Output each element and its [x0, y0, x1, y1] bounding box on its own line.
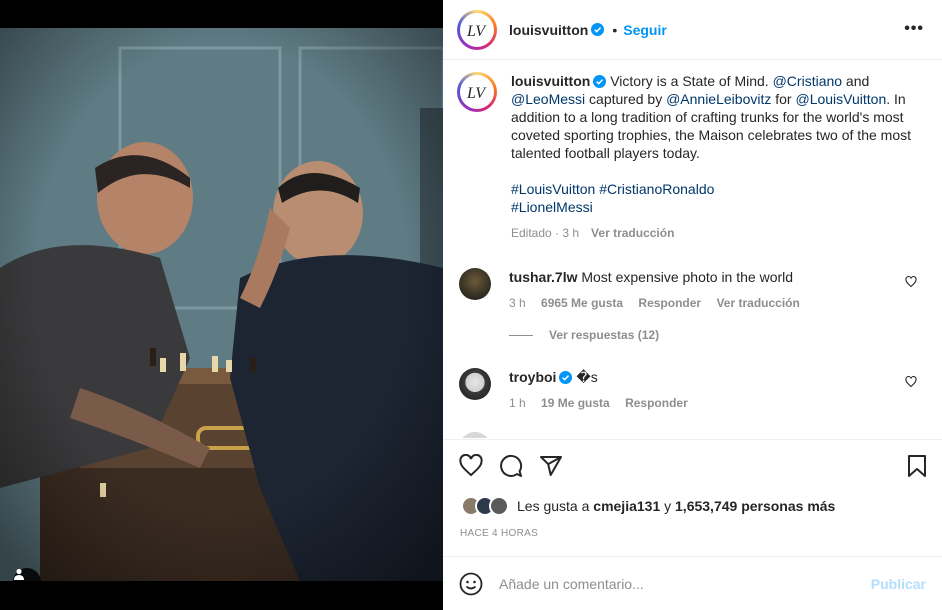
- comment-text: Most expensive photo in the world: [581, 269, 794, 285]
- caption-segment: captured by: [585, 91, 667, 107]
- avatar[interactable]: [459, 368, 491, 400]
- likes-count[interactable]: 1,653,749 personas más: [675, 498, 835, 514]
- likes-prefix: Les gusta a: [517, 498, 594, 514]
- hashtag-link[interactable]: #CristianoRonaldo: [599, 181, 714, 197]
- translate-link[interactable]: Ver traducción: [591, 226, 674, 240]
- comment-item: tushar.7lw Most expensive photo in the w…: [459, 268, 929, 312]
- comment-input[interactable]: Añade un comentario...: [499, 576, 871, 592]
- replies-line: [509, 334, 533, 336]
- lv-logo: LV: [460, 75, 494, 109]
- avatar: [489, 496, 509, 516]
- heart-icon[interactable]: [905, 276, 917, 288]
- avatar[interactable]: [459, 268, 491, 300]
- caption-segment: and: [842, 73, 870, 89]
- reply-button[interactable]: Responder: [638, 296, 701, 310]
- view-replies-label: Ver respuestas (12): [549, 328, 660, 342]
- hashtag-link[interactable]: #LouisVuitton: [511, 181, 595, 197]
- comment-time: 1 h: [509, 396, 526, 410]
- view-replies-button[interactable]: Ver respuestas (12): [509, 328, 659, 342]
- comment-likes[interactable]: 6965 Me gusta: [541, 296, 623, 310]
- post-side-panel: LV louisvuitton • Seguir ••• LV louisvui…: [443, 0, 942, 610]
- caption-segment: Victory is a State of Mind.: [606, 73, 773, 89]
- avatar[interactable]: [459, 432, 491, 438]
- comments-list[interactable]: LV louisvuitton Victory is a State of Mi…: [443, 60, 942, 438]
- comment-time: 3 h: [509, 296, 526, 310]
- heart-icon[interactable]: [459, 454, 483, 478]
- separator-dot: •: [612, 21, 618, 38]
- verified-icon: [593, 75, 607, 88]
- share-icon[interactable]: [539, 454, 563, 478]
- translate-link[interactable]: Ver traducción: [716, 296, 799, 310]
- publish-button[interactable]: Publicar: [871, 576, 926, 592]
- avatar[interactable]: LV: [457, 9, 497, 50]
- action-bar: [459, 454, 563, 478]
- more-icon[interactable]: •••: [904, 20, 924, 38]
- likes-summary: Les gusta a cmejia131 y 1,653,749 person…: [461, 496, 835, 516]
- mention-link[interactable]: @Cristiano: [773, 73, 842, 89]
- caption-segment: for: [771, 91, 796, 107]
- heart-icon[interactable]: [905, 376, 917, 388]
- post-photo[interactable]: [0, 28, 443, 581]
- photo-pane: [0, 0, 443, 610]
- comment-likes[interactable]: 19 Me gusta: [541, 396, 610, 410]
- bookmark-icon[interactable]: [906, 454, 928, 478]
- caption-text: louisvuitton Victory is a State of Mind.…: [511, 72, 923, 242]
- liker-avatars[interactable]: [461, 496, 509, 516]
- comment-composer: Añade un comentario... Publicar: [443, 556, 942, 610]
- emoji-icon[interactable]: [459, 572, 483, 596]
- mention-link[interactable]: @LouisVuitton: [795, 91, 886, 107]
- caption-username[interactable]: louisvuitton: [511, 73, 590, 89]
- mention-link[interactable]: @LeoMessi: [511, 91, 585, 107]
- verified-icon: [559, 371, 573, 384]
- comment-icon[interactable]: [499, 454, 523, 478]
- reply-button[interactable]: Responder: [625, 396, 688, 410]
- likes-text: Les gusta a cmejia131 y 1,653,749 person…: [517, 498, 835, 514]
- liker-username[interactable]: cmejia131: [593, 498, 660, 514]
- comment-username[interactable]: tushar.7lw: [509, 269, 577, 285]
- verified-icon: [591, 23, 605, 36]
- comment-username[interactable]: troyboi: [509, 369, 556, 385]
- likes-middle: y: [660, 498, 676, 514]
- mention-link[interactable]: @AnnieLeibovitz: [666, 91, 771, 107]
- svg-text:LV: LV: [466, 85, 487, 101]
- edited-time: Editado · 3 h: [511, 226, 580, 240]
- post-timestamp[interactable]: HACE 4 HORAS: [460, 528, 538, 539]
- comment-text: �s: [576, 369, 598, 385]
- follow-button[interactable]: Seguir: [623, 22, 667, 38]
- lv-logo: LV: [460, 12, 494, 47]
- hashtag-link[interactable]: #LionelMessi: [511, 199, 593, 215]
- caption: LV louisvuitton Victory is a State of Mi…: [457, 72, 927, 242]
- comment-item: troyboi �s 1 h 19 Me gusta Responder: [459, 368, 929, 412]
- svg-text:LV: LV: [466, 23, 487, 39]
- caption-meta: Editado · 3 h Ver traducción: [511, 224, 923, 242]
- actions-section: Les gusta a cmejia131 y 1,653,749 person…: [443, 439, 942, 539]
- post-header: LV louisvuitton • Seguir •••: [443, 0, 942, 60]
- header-username[interactable]: louisvuitton: [509, 22, 588, 38]
- photo-illustration: [0, 28, 443, 581]
- avatar[interactable]: LV: [457, 72, 497, 112]
